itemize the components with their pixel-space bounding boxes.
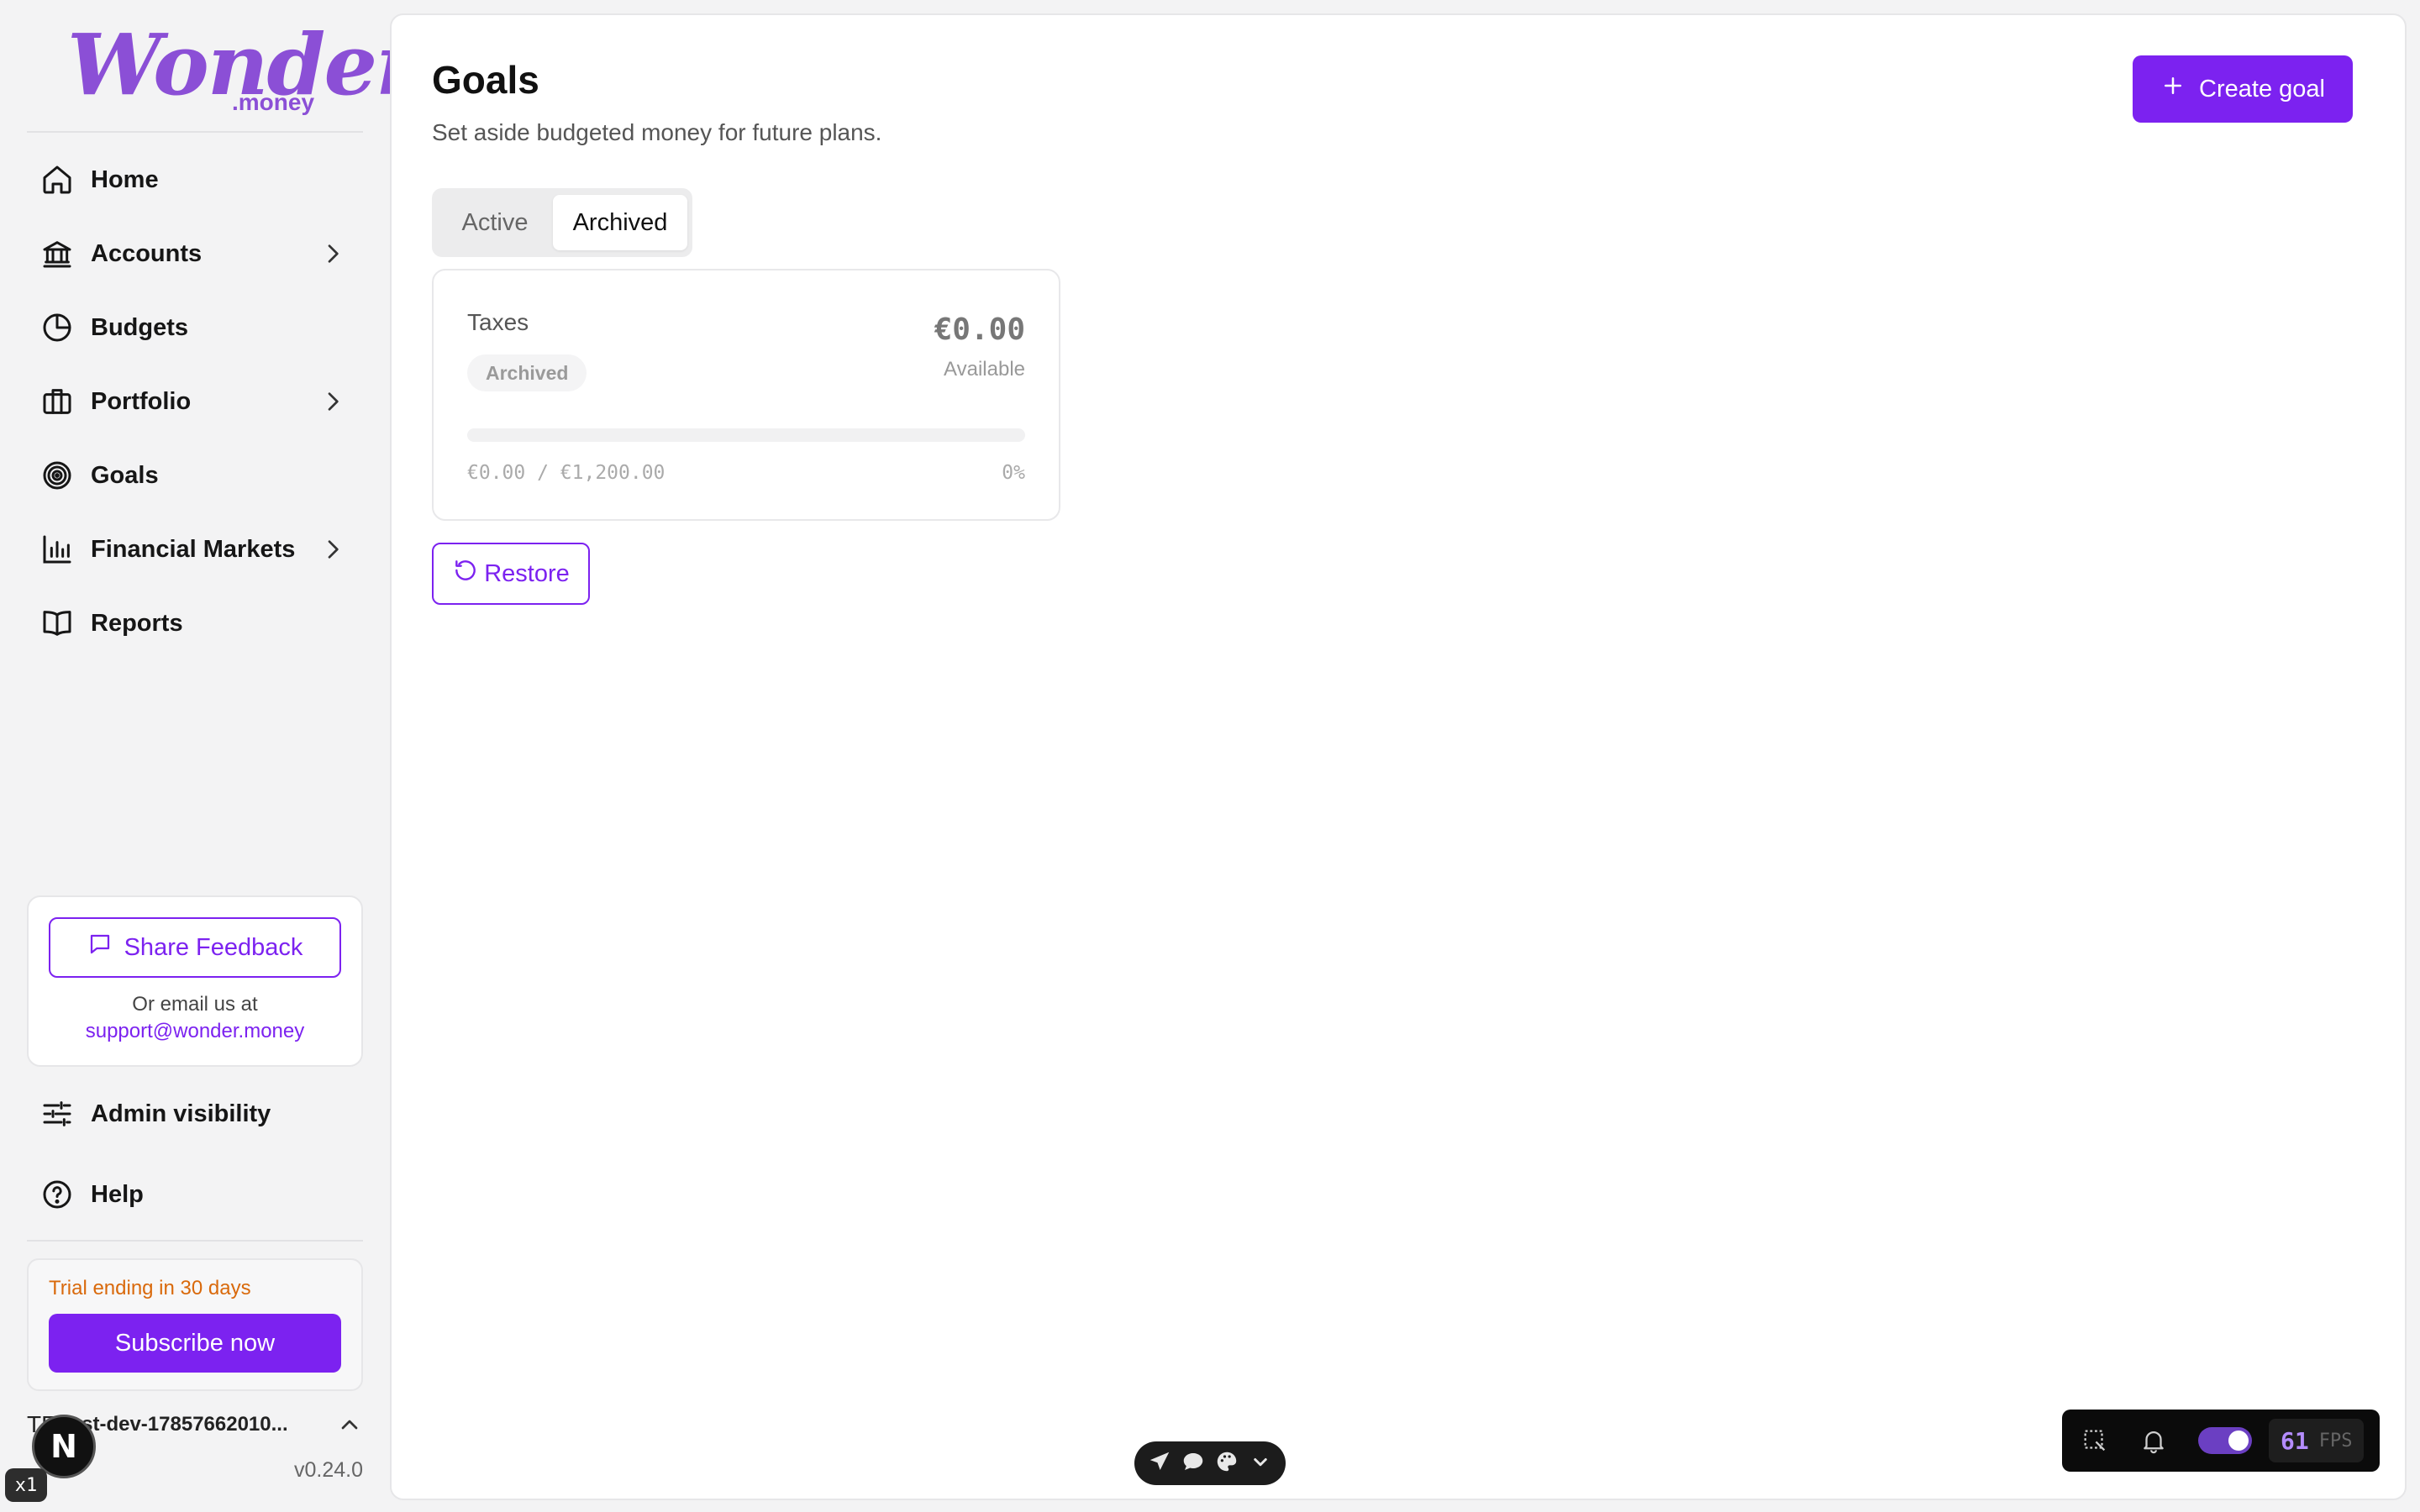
select-element-icon[interactable] xyxy=(2081,1426,2109,1455)
chevron-up-icon xyxy=(336,1411,363,1438)
goal-available-amount: €0.00 xyxy=(934,312,1025,347)
sidebar-item-portfolio[interactable]: Portfolio xyxy=(27,365,363,438)
subscribe-now-button[interactable]: Subscribe now xyxy=(49,1314,341,1373)
speed-badge[interactable]: x1 xyxy=(5,1468,47,1502)
chevron-right-icon xyxy=(319,536,346,563)
goal-card[interactable]: Taxes Archived €0.00 Available €0.00 / €… xyxy=(432,269,1060,521)
page-title: Goals xyxy=(432,58,539,102)
support-email-link[interactable]: support@wonder.money xyxy=(29,1020,361,1043)
dev-toolbar[interactable] xyxy=(1134,1441,1286,1485)
sidebar-item-label: Financial Markets xyxy=(91,535,296,563)
app-version: v0.24.0 xyxy=(293,1458,363,1482)
status-badge: Archived xyxy=(467,354,587,391)
trial-ending-text: Trial ending in 30 days xyxy=(49,1277,251,1299)
sidebar-item-goals[interactable]: Goals xyxy=(27,438,363,512)
sidebar-item-label: Reports xyxy=(91,609,183,637)
chevron-right-icon xyxy=(319,240,346,267)
tab-archived[interactable]: Archived xyxy=(553,195,687,250)
page-subtitle: Set aside budgeted money for future plan… xyxy=(432,119,882,145)
trial-card: Trial ending in 30 days Subscribe now xyxy=(27,1258,363,1391)
main-panel: Goals Set aside budgeted money for futur… xyxy=(390,13,2407,1500)
pie-chart-icon xyxy=(40,311,74,344)
sidebar-item-label: Goals xyxy=(91,461,159,489)
home-icon xyxy=(40,163,74,197)
bank-icon xyxy=(40,237,74,270)
restore-icon xyxy=(452,557,479,591)
share-feedback-button[interactable]: Share Feedback xyxy=(49,917,341,978)
sidebar-item-financial-markets[interactable]: Financial Markets xyxy=(27,512,363,586)
restore-button[interactable]: Restore xyxy=(432,543,590,605)
admin-visibility-link[interactable]: Admin visibility xyxy=(40,1089,271,1139)
sidebar-item-budgets[interactable]: Budgets xyxy=(27,291,363,365)
goal-progress-text: €0.00 / €1,200.00 xyxy=(467,462,666,484)
divider xyxy=(27,1240,363,1242)
comment-icon[interactable] xyxy=(1181,1449,1206,1478)
sidebar: Wonder .money Home Accounts Budgets Port… xyxy=(0,0,420,1512)
target-icon xyxy=(40,459,74,492)
feedback-card: Share Feedback Or email us at support@wo… xyxy=(27,895,363,1067)
fps-value: 61 xyxy=(2281,1426,2309,1455)
fps-label: FPS xyxy=(2318,1430,2353,1452)
goal-progress-bar xyxy=(467,428,1025,442)
help-link[interactable]: Help xyxy=(40,1169,144,1220)
restore-label: Restore xyxy=(484,559,570,587)
sidebar-item-reports[interactable]: Reports xyxy=(27,586,363,660)
message-icon xyxy=(87,932,113,963)
help-label: Help xyxy=(91,1180,144,1208)
sidebar-item-label: Home xyxy=(91,165,159,193)
briefcase-icon xyxy=(40,385,74,418)
create-goal-button[interactable]: Create goal xyxy=(2133,55,2353,123)
sidebar-item-label: Portfolio xyxy=(91,387,192,415)
divider xyxy=(27,131,363,133)
sidebar-item-label: Accounts xyxy=(91,239,203,267)
goal-available-label: Available xyxy=(944,358,1025,381)
help-circle-icon xyxy=(40,1178,74,1211)
logo-subtext: .money xyxy=(232,89,315,115)
fps-counter: 61 FPS xyxy=(2269,1419,2365,1462)
app-root: Wonder .money Home Accounts Budgets Port… xyxy=(0,0,2420,1512)
sidebar-nav: Home Accounts Budgets Portfolio Goals Fi… xyxy=(27,143,363,660)
feedback-email-prompt: Or email us at xyxy=(132,993,258,1016)
plus-icon xyxy=(2160,73,2186,105)
tab-active[interactable]: Active xyxy=(437,195,553,250)
goal-name: Taxes xyxy=(467,309,529,335)
bar-chart-icon xyxy=(40,533,74,566)
chevron-down-icon[interactable] xyxy=(1248,1449,1273,1478)
book-icon xyxy=(40,606,74,640)
palette-icon[interactable] xyxy=(1214,1449,1239,1478)
performance-monitor: 61 FPS xyxy=(2062,1410,2380,1472)
sliders-icon xyxy=(40,1097,74,1131)
goal-progress-percent: 0% xyxy=(1002,462,1025,484)
send-icon[interactable] xyxy=(1147,1449,1172,1478)
sidebar-item-accounts[interactable]: Accounts xyxy=(27,217,363,291)
toggle-switch[interactable] xyxy=(2198,1427,2252,1454)
logo[interactable]: Wonder .money xyxy=(67,18,420,119)
sidebar-item-label: Budgets xyxy=(91,313,188,341)
goal-tabs: Active Archived xyxy=(432,188,692,257)
create-goal-label: Create goal xyxy=(2199,75,2325,102)
workspace-name: test-dev-17857662010... xyxy=(63,1413,288,1436)
admin-visibility-label: Admin visibility xyxy=(91,1100,271,1127)
sidebar-item-home[interactable]: Home xyxy=(27,143,363,217)
share-feedback-label: Share Feedback xyxy=(124,933,303,961)
bell-icon[interactable] xyxy=(2139,1426,2168,1455)
chevron-right-icon xyxy=(319,388,346,415)
